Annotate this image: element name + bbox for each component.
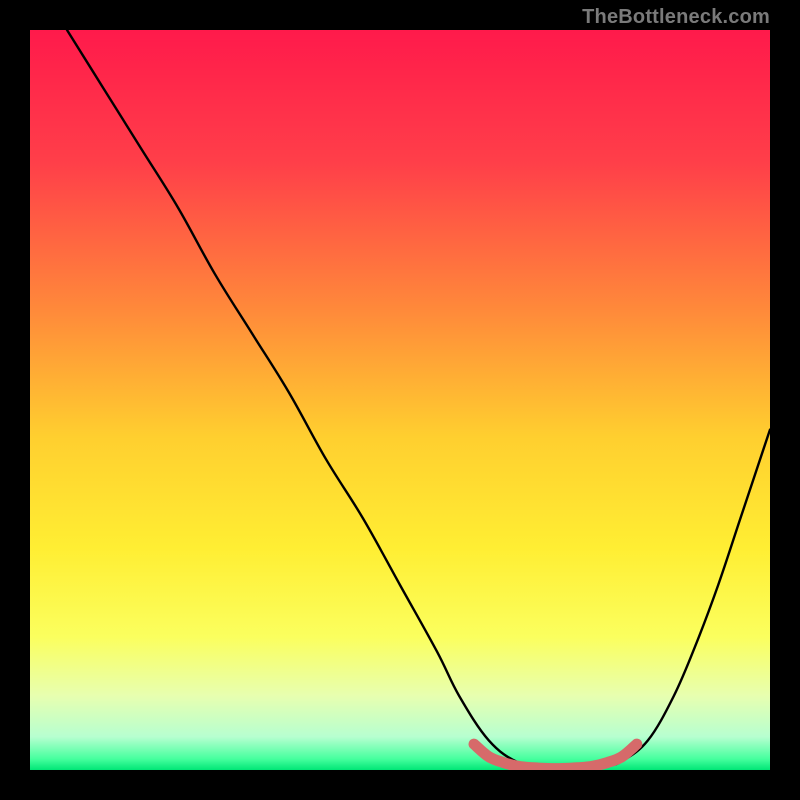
bottleneck-curve [67,30,770,769]
flat-bottom-marker [484,752,494,762]
flat-bottom-markers [469,739,642,770]
flat-bottom-marker [632,739,642,749]
flat-bottom-line [474,744,637,769]
chart-container: TheBottleneck.com [0,0,800,800]
flat-bottom-marker [499,758,509,768]
watermark-label: TheBottleneck.com [582,6,770,29]
flat-bottom-marker [469,739,479,749]
plot-area [30,30,770,770]
curve-layer [30,30,770,770]
flat-bottom-marker [602,758,612,768]
flat-bottom-marker [617,752,627,762]
